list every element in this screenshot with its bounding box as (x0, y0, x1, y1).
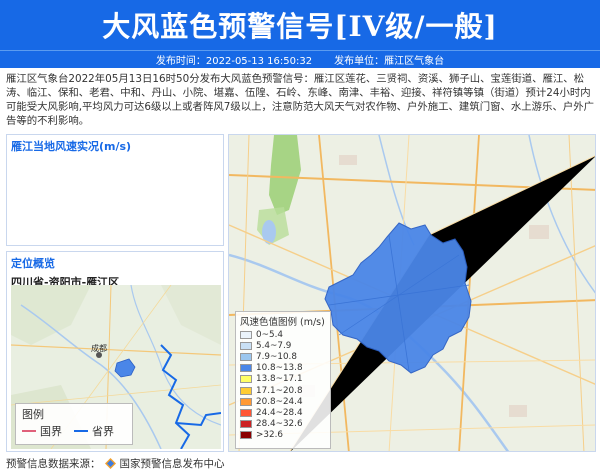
wind-legend-label: 24.4~28.4 (256, 407, 303, 418)
wind-warning-map[interactable]: 风速色值图例 (m/s) 0~5.4 5.4~7.9 7.9~10.8 10.8… (228, 134, 596, 452)
location-overview-title: 定位概览 (11, 257, 55, 270)
wind-legend-label: 10.8~13.8 (256, 363, 303, 374)
wind-legend-label: >32.6 (256, 430, 283, 441)
mini-map-legend: 图例 国界 省界 (15, 403, 133, 445)
publish-meta-bar: 发布时间：2022-05-13 16:50:32 发布单位：雁江区气象台 (0, 50, 600, 68)
wind-legend-item: 24.4~28.4 (240, 407, 326, 418)
mini-map-legend-items: 国界 省界 (22, 423, 126, 439)
wind-swatch (240, 341, 252, 350)
wind-swatch (240, 330, 252, 339)
location-overview-panel: 定位概览 四川省-资阳市-雁江区 成都 图例 国界 省界 (6, 251, 224, 452)
wind-swatch (240, 386, 252, 395)
warning-title: 大风蓝色预警信号[IV级/一般] (102, 10, 498, 43)
wind-legend-item: >32.6 (240, 430, 326, 441)
warning-content: 雁江区气象台2022年05月13日16时50分发布大风蓝色预警信号：雁江区莲花、… (6, 73, 595, 127)
wind-swatch (240, 431, 252, 440)
wind-legend-title: 风速色值图例 (m/s) (240, 317, 325, 328)
wind-swatch (240, 364, 252, 373)
national-border-label: 国界 (40, 425, 62, 438)
local-wind-panel: 雁江当地风速实况(m/s) (6, 134, 224, 246)
wind-legend-item: 7.9~10.8 (240, 351, 326, 362)
data-source-footer: 预警信息数据来源： 国家预警信息发布中心 (6, 456, 225, 471)
wind-swatch (240, 408, 252, 417)
mini-map-legend-title: 图例 (22, 408, 44, 421)
publish-issuer: 发布单位：雁江区气象台 (334, 56, 445, 67)
wind-legend-label: 0~5.4 (256, 329, 283, 340)
wind-legend-item: 28.4~32.6 (240, 419, 326, 430)
data-source-label: 预警信息数据来源： (6, 458, 101, 470)
wind-swatch (240, 397, 252, 406)
mini-map-city-label: 成都 (91, 343, 107, 353)
wind-legend-label: 17.1~20.8 (256, 385, 303, 396)
wind-legend-label: 20.8~24.4 (256, 396, 303, 407)
wind-legend-label: 13.8~17.1 (256, 374, 303, 385)
wind-legend-item: 17.1~20.8 (240, 385, 326, 396)
province-border-swatch (74, 430, 88, 432)
nmc-logo-icon (104, 458, 116, 469)
wind-swatch (240, 352, 252, 361)
data-source-link[interactable]: 国家预警信息发布中心 (120, 456, 225, 471)
legend-item-national-border: 国界 (22, 423, 62, 439)
wind-legend-item: 0~5.4 (240, 329, 326, 340)
wind-legend-label: 7.9~10.8 (256, 351, 297, 362)
legend-item-province-border: 省界 (74, 423, 114, 439)
wind-speed-legend: 风速色值图例 (m/s) 0~5.4 5.4~7.9 7.9~10.8 10.8… (235, 311, 331, 449)
warning-title-banner: 大风蓝色预警信号[IV级/一般] (0, 0, 600, 50)
wind-legend-item: 20.8~24.4 (240, 396, 326, 407)
wind-legend-label: 28.4~32.6 (256, 419, 303, 430)
wind-legend-label: 5.4~7.9 (256, 340, 292, 351)
national-border-swatch (22, 430, 36, 432)
publish-time: 发布时间：2022-05-13 16:50:32 (155, 56, 313, 67)
wind-swatch (240, 375, 252, 384)
wind-legend-item: 13.8~17.1 (240, 374, 326, 385)
wind-swatch (240, 420, 252, 429)
local-wind-title: 雁江当地风速实况(m/s) (11, 140, 132, 153)
province-border-label: 省界 (92, 425, 114, 438)
overview-mini-map[interactable]: 成都 图例 国界 省界 (11, 285, 221, 449)
wind-legend-item: 5.4~7.9 (240, 340, 326, 351)
wind-legend-item: 10.8~13.8 (240, 363, 326, 374)
